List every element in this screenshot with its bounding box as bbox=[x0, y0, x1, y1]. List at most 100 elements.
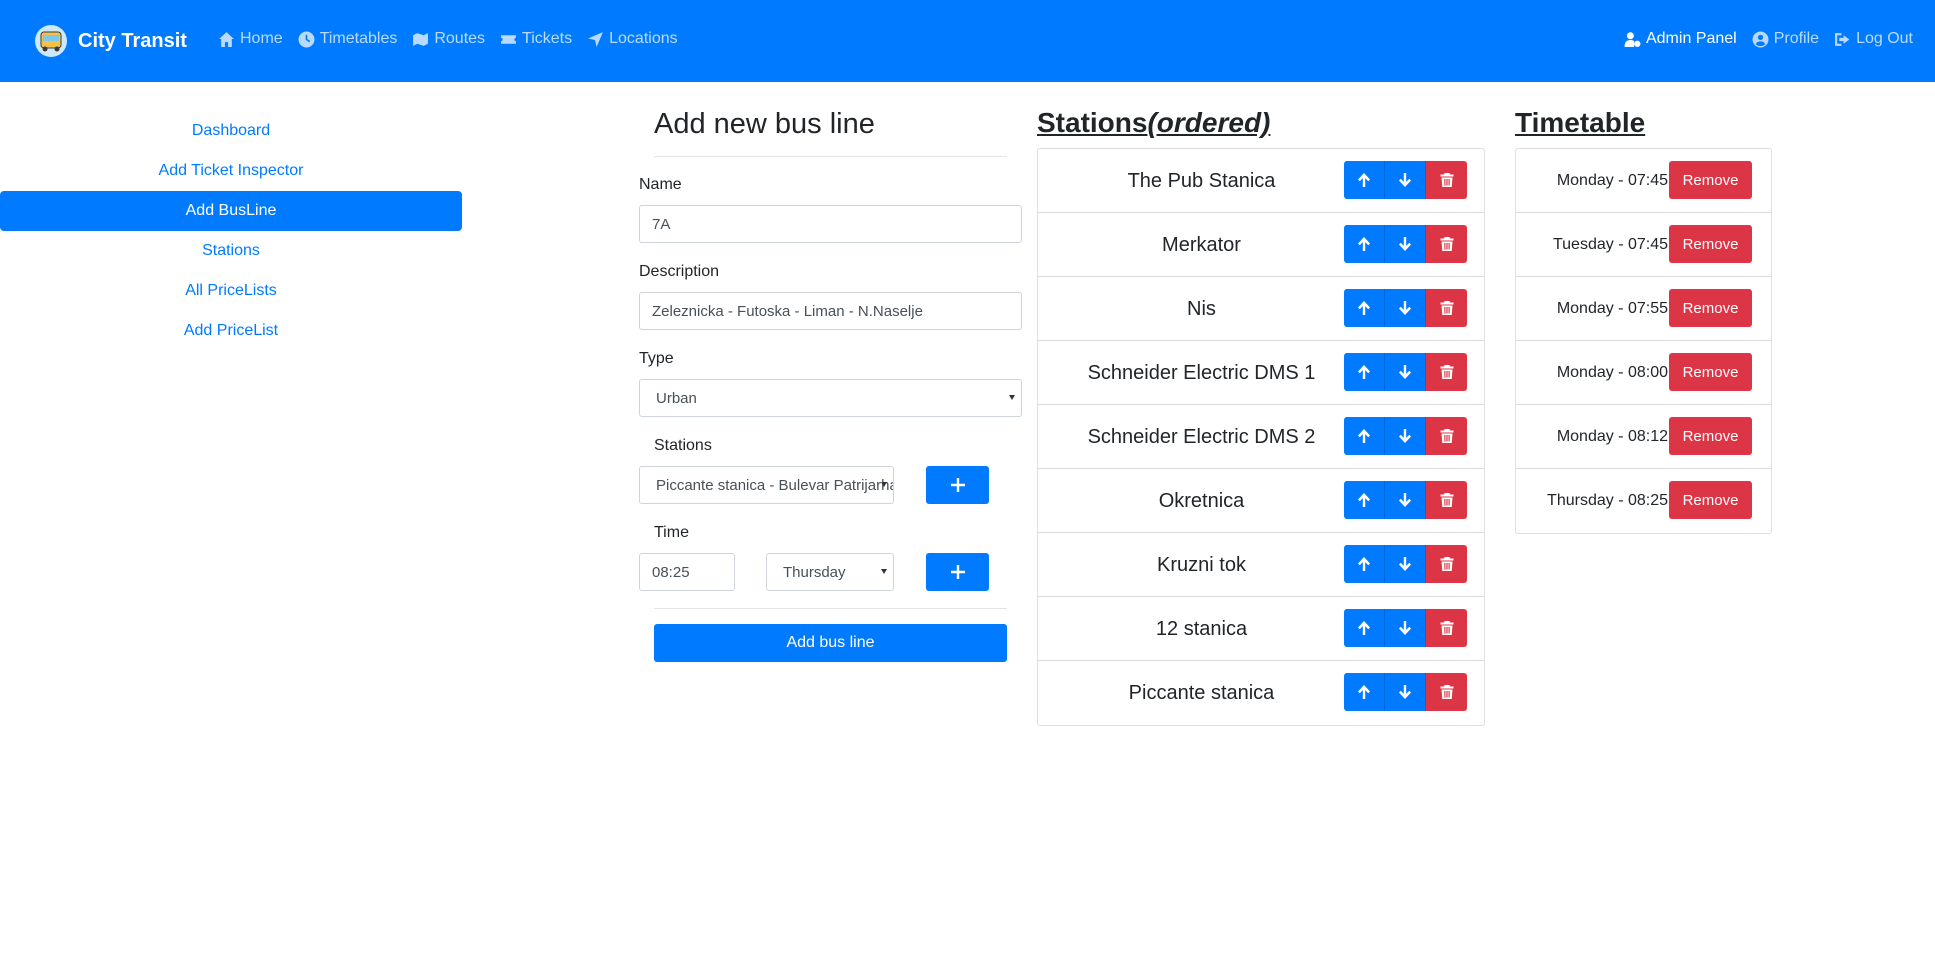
move-down-button[interactable] bbox=[1385, 481, 1426, 519]
arrow-up-icon bbox=[1358, 429, 1370, 443]
trash-icon bbox=[1440, 301, 1453, 315]
station-list: The Pub Stanica Merkator Nis Schneider Elec… bbox=[1037, 148, 1485, 726]
trash-icon bbox=[1440, 237, 1453, 251]
plus-icon bbox=[950, 478, 965, 492]
nav-logout[interactable]: Log Out bbox=[1834, 30, 1913, 48]
nav-timetables[interactable]: Timetables bbox=[298, 30, 397, 48]
move-down-button[interactable] bbox=[1385, 225, 1426, 263]
move-down-button[interactable] bbox=[1385, 417, 1426, 455]
delete-station-button[interactable] bbox=[1426, 417, 1467, 455]
description-input[interactable]: Zeleznicka - Futoska - Liman - N.Naselje bbox=[639, 292, 1022, 330]
move-down-button[interactable] bbox=[1385, 609, 1426, 647]
station-name: Schneider Electric DMS 1 bbox=[1087, 362, 1316, 384]
station-name: The Pub Stanica bbox=[1127, 170, 1276, 192]
move-down-button[interactable] bbox=[1385, 353, 1426, 391]
brand[interactable]: City Transit bbox=[34, 24, 187, 58]
station-name: 12 stanica bbox=[1155, 618, 1248, 640]
move-up-button[interactable] bbox=[1344, 417, 1385, 455]
move-up-button[interactable] bbox=[1344, 161, 1385, 199]
move-up-button[interactable] bbox=[1344, 673, 1385, 711]
delete-station-button[interactable] bbox=[1426, 161, 1467, 199]
sidebar-item-all-pricelists[interactable]: All PriceLists bbox=[0, 271, 462, 311]
delete-station-button[interactable] bbox=[1426, 289, 1467, 327]
nav-profile[interactable]: Profile bbox=[1752, 30, 1819, 48]
nav-admin-panel-label: Admin Panel bbox=[1645, 30, 1737, 47]
arrow-up-icon bbox=[1358, 621, 1370, 635]
nav-logout-label: Log Out bbox=[1856, 30, 1913, 47]
arrow-down-icon bbox=[1399, 301, 1411, 315]
move-up-button[interactable] bbox=[1344, 545, 1385, 583]
chevron-down-icon bbox=[881, 569, 887, 574]
remove-button[interactable]: Remove bbox=[1669, 289, 1752, 327]
move-up-button[interactable] bbox=[1344, 609, 1385, 647]
move-up-button[interactable] bbox=[1344, 225, 1385, 263]
delete-station-button[interactable] bbox=[1426, 545, 1467, 583]
remove-button[interactable]: Remove bbox=[1669, 481, 1752, 519]
delete-station-button[interactable] bbox=[1426, 353, 1467, 391]
description-label: Description bbox=[639, 263, 720, 280]
remove-button[interactable]: Remove bbox=[1669, 353, 1752, 391]
remove-button[interactable]: Remove bbox=[1669, 417, 1752, 455]
delete-station-button[interactable] bbox=[1426, 673, 1467, 711]
delete-station-button[interactable] bbox=[1426, 609, 1467, 647]
user-cog-icon bbox=[1624, 31, 1641, 47]
station-name: Nis bbox=[1187, 298, 1216, 320]
nav-routes[interactable]: Routes bbox=[412, 30, 485, 48]
list-item: Monday - 07:45 Remove bbox=[1516, 149, 1771, 213]
station-name: Okretnica bbox=[1158, 490, 1245, 512]
map-icon bbox=[413, 32, 429, 46]
admin-sidebar: Dashboard Add Ticket Inspector Add BusLi… bbox=[0, 111, 462, 351]
sidebar-item-stations[interactable]: Stations bbox=[0, 231, 462, 271]
move-down-button[interactable] bbox=[1385, 673, 1426, 711]
nav-home-label: Home bbox=[240, 30, 283, 47]
nav-admin-panel[interactable]: Admin Panel bbox=[1624, 30, 1737, 48]
sidebar-item-add-busline[interactable]: Add BusLine bbox=[0, 191, 462, 231]
delete-station-button[interactable] bbox=[1426, 225, 1467, 263]
timetable-entry: Monday - 08:00 bbox=[1556, 364, 1668, 381]
move-up-button[interactable] bbox=[1344, 353, 1385, 391]
remove-button[interactable]: Remove bbox=[1669, 161, 1752, 199]
nav-locations[interactable]: Locations bbox=[587, 30, 678, 48]
add-time-button[interactable] bbox=[926, 553, 989, 591]
move-down-button[interactable] bbox=[1385, 161, 1426, 199]
station-select[interactable]: Piccante stanica - Bulevar Patrijarha Pa… bbox=[639, 466, 894, 504]
timetable-entry: Tuesday - 07:45 bbox=[1552, 236, 1668, 253]
list-item: Monday - 08:00 Remove bbox=[1516, 341, 1771, 405]
remove-button[interactable]: Remove bbox=[1669, 225, 1752, 263]
time-input[interactable]: 08:25 bbox=[639, 553, 735, 591]
day-select[interactable]: Thursday bbox=[766, 553, 894, 591]
add-bus-line-button[interactable]: Add bus line bbox=[654, 624, 1007, 662]
list-item: Thursday - 08:25 Remove bbox=[1516, 469, 1771, 533]
bus-logo-icon bbox=[35, 25, 67, 57]
station-select-value: Piccante stanica - Bulevar Patrijarha Pa… bbox=[656, 476, 894, 494]
type-label: Type bbox=[639, 350, 674, 367]
move-up-button[interactable] bbox=[1344, 481, 1385, 519]
trash-icon bbox=[1440, 557, 1453, 571]
sidebar-item-dashboard[interactable]: Dashboard bbox=[0, 111, 462, 151]
move-down-button[interactable] bbox=[1385, 289, 1426, 327]
type-select-value: Urban bbox=[656, 389, 697, 407]
add-station-button[interactable] bbox=[926, 466, 989, 504]
timetable-entry: Monday - 07:45 bbox=[1556, 172, 1668, 189]
nav-home[interactable]: Home bbox=[218, 30, 283, 48]
timetable-list: Monday - 07:45 Remove Tuesday - 07:45 Remov… bbox=[1515, 148, 1772, 534]
station-name: Schneider Electric DMS 2 bbox=[1087, 426, 1316, 448]
move-up-button[interactable] bbox=[1344, 289, 1385, 327]
list-item: Okretnica bbox=[1038, 469, 1484, 533]
timetable-title: Timetable bbox=[1515, 107, 1646, 138]
arrow-up-icon bbox=[1358, 365, 1370, 379]
list-item: Monday - 08:12 Remove bbox=[1516, 405, 1771, 469]
list-item: Schneider Electric DMS 2 bbox=[1038, 405, 1484, 469]
arrow-down-icon bbox=[1399, 685, 1411, 699]
name-input[interactable]: 7A bbox=[639, 205, 1022, 243]
sidebar-item-add-ticket-inspector[interactable]: Add Ticket Inspector bbox=[0, 151, 462, 191]
delete-station-button[interactable] bbox=[1426, 481, 1467, 519]
stations-title-suffix: (ordered) bbox=[1147, 107, 1271, 138]
sidebar-item-add-pricelist[interactable]: Add PriceList bbox=[0, 311, 462, 351]
arrow-down-icon bbox=[1399, 621, 1411, 635]
arrow-up-icon bbox=[1358, 557, 1370, 571]
arrow-down-icon bbox=[1399, 429, 1411, 443]
nav-tickets[interactable]: Tickets bbox=[500, 30, 572, 48]
type-select[interactable]: Urban bbox=[639, 379, 1022, 417]
move-down-button[interactable] bbox=[1385, 545, 1426, 583]
